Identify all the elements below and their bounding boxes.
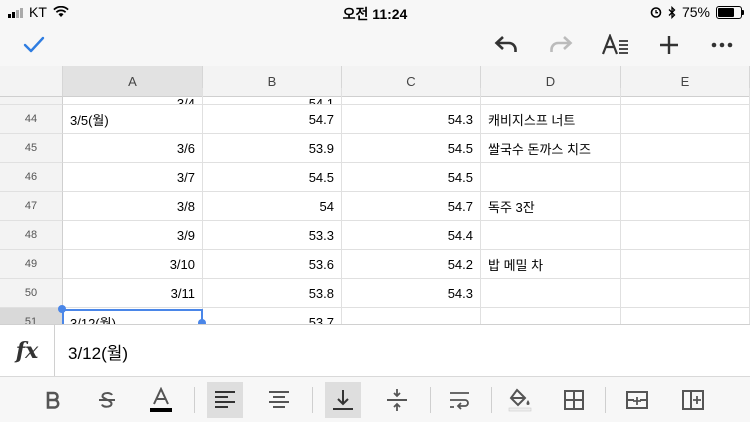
table-cell[interactable] — [621, 221, 750, 250]
table-cell[interactable] — [621, 134, 750, 163]
table-cell[interactable]: 54.4 — [342, 221, 481, 250]
alarm-icon — [650, 7, 662, 18]
table-cell[interactable] — [621, 279, 750, 308]
insert-column-icon[interactable] — [675, 382, 711, 418]
row-header[interactable]: 44 — [0, 105, 63, 134]
row-header[interactable]: 46 — [0, 163, 63, 192]
table-cell[interactable] — [342, 308, 481, 324]
table-cell[interactable]: 54.3 — [342, 279, 481, 308]
table-cell[interactable]: 3/10 — [63, 250, 203, 279]
table-cell[interactable] — [481, 163, 621, 192]
table-cell[interactable]: 54.3 — [342, 105, 481, 134]
table-cell[interactable]: 54.5 — [342, 134, 481, 163]
table-cell[interactable]: 53.3 — [203, 221, 342, 250]
valign-bottom-icon[interactable] — [325, 382, 361, 418]
table-cell[interactable]: 53.9 — [203, 134, 342, 163]
table-cell[interactable] — [621, 192, 750, 221]
battery-percent: 75% — [681, 4, 710, 20]
spreadsheet-grid[interactable]: A B C D E 3/4 54.1 44 3/5(월) 54.7 54.3 캐비지스프… — [0, 66, 750, 324]
wrap-text-icon[interactable] — [442, 382, 478, 418]
table-cell[interactable] — [342, 88, 481, 105]
table-cell[interactable]: 3/9 — [63, 221, 203, 250]
align-left-icon[interactable] — [207, 382, 243, 418]
row-header[interactable]: 51 — [0, 308, 63, 324]
formula-input[interactable]: 3/12(월) — [68, 339, 128, 364]
strikethrough-icon[interactable] — [89, 382, 125, 418]
text-format-icon[interactable] — [600, 30, 630, 60]
valign-middle-icon[interactable] — [379, 382, 415, 418]
table-cell[interactable] — [621, 88, 750, 105]
table-cell[interactable] — [621, 308, 750, 324]
status-bar: KT 오전 11:24 75% — [0, 0, 750, 24]
table-cell[interactable] — [481, 308, 621, 324]
insert-row-icon[interactable] — [619, 382, 655, 418]
table-cell[interactable]: 54.7 — [203, 105, 342, 134]
table-cell[interactable]: 54.7 — [342, 192, 481, 221]
table-cell[interactable] — [621, 163, 750, 192]
table-cell[interactable] — [621, 105, 750, 134]
row-header[interactable] — [0, 97, 63, 105]
bluetooth-icon — [668, 5, 676, 19]
table-cell[interactable] — [481, 88, 621, 105]
table-cell[interactable]: 3/5(월) — [63, 105, 203, 134]
table-cell[interactable]: 밥 메밀 차 — [481, 250, 621, 279]
table-cell[interactable]: 53.8 — [203, 279, 342, 308]
undo-icon[interactable] — [491, 30, 521, 60]
cell-selection[interactable] — [62, 309, 203, 324]
clock: 오전 11:24 — [342, 6, 408, 22]
table-cell[interactable] — [621, 250, 750, 279]
formula-bar: fx 3/12(월) — [0, 324, 750, 377]
fx-label: fx — [0, 325, 55, 377]
battery-icon — [716, 5, 744, 19]
table-cell[interactable]: 53.7 — [203, 308, 342, 324]
bold-icon[interactable] — [35, 382, 71, 418]
table-cell[interactable]: 쌀국수 돈까스 치즈 — [481, 134, 621, 163]
text-color-icon[interactable] — [143, 382, 179, 418]
more-icon[interactable] — [707, 30, 737, 60]
table-cell[interactable]: 53.6 — [203, 250, 342, 279]
table-cell[interactable]: 3/7 — [63, 163, 203, 192]
table-cell[interactable]: 캐비지스프 너트 — [481, 105, 621, 134]
plus-icon[interactable] — [654, 30, 684, 60]
table-cell[interactable]: 54.5 — [342, 163, 481, 192]
select-all-corner[interactable] — [0, 66, 63, 97]
table-cell[interactable]: 54.2 — [342, 250, 481, 279]
row-header[interactable]: 50 — [0, 279, 63, 308]
table-cell[interactable]: 3/11 — [63, 279, 203, 308]
table-cell[interactable]: 54 — [203, 192, 342, 221]
row-header[interactable]: 49 — [0, 250, 63, 279]
check-icon[interactable] — [19, 30, 49, 60]
table-cell[interactable]: 3/4 — [63, 88, 203, 105]
top-toolbar — [0, 24, 750, 66]
redo-icon[interactable] — [546, 30, 576, 60]
align-center-icon[interactable] — [261, 382, 297, 418]
table-cell[interactable]: 3/8 — [63, 192, 203, 221]
table-cell[interactable]: 54.1 — [203, 88, 342, 105]
table-cell[interactable]: 54.5 — [203, 163, 342, 192]
table-cell[interactable]: 독주 3잔 — [481, 192, 621, 221]
format-toolbar — [0, 376, 750, 422]
table-cell[interactable]: 3/6 — [63, 134, 203, 163]
row-header[interactable]: 45 — [0, 134, 63, 163]
row-header[interactable]: 47 — [0, 192, 63, 221]
table-cell[interactable] — [481, 279, 621, 308]
selection-handle-start[interactable] — [58, 305, 66, 313]
borders-icon[interactable] — [556, 382, 592, 418]
table-cell[interactable] — [481, 221, 621, 250]
fill-color-icon[interactable] — [502, 382, 538, 418]
row-header[interactable]: 48 — [0, 221, 63, 250]
